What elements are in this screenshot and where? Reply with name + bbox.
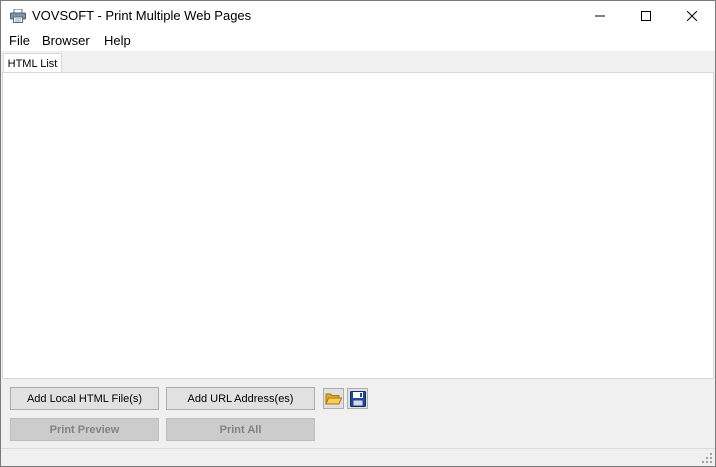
resize-grip-icon[interactable] — [701, 452, 713, 464]
menu-file[interactable]: File — [9, 33, 30, 48]
window-title: VOVSOFT - Print Multiple Web Pages — [32, 8, 252, 23]
title-bar[interactable]: VOVSOFT - Print Multiple Web Pages — [1, 1, 715, 31]
tab-html-list[interactable]: HTML List — [3, 53, 62, 73]
add-url-address-button[interactable]: Add URL Address(es) — [166, 387, 315, 410]
tab-strip: HTML List — [1, 51, 715, 73]
status-bar — [1, 448, 715, 466]
menu-browser[interactable]: Browser — [42, 33, 90, 48]
save-list-button[interactable] — [347, 388, 368, 409]
app-window: VOVSOFT - Print Multiple Web Pages File … — [0, 0, 716, 467]
close-button[interactable] — [669, 1, 715, 31]
html-list[interactable] — [2, 72, 714, 379]
floppy-disk-icon — [349, 390, 366, 407]
print-preview-button[interactable]: Print Preview — [10, 418, 159, 441]
add-local-html-button[interactable]: Add Local HTML File(s) — [10, 387, 159, 410]
maximize-icon — [641, 11, 651, 21]
printer-icon — [10, 8, 26, 23]
folder-open-icon — [325, 393, 342, 405]
minimize-button[interactable] — [577, 1, 623, 31]
menu-help[interactable]: Help — [104, 33, 131, 48]
close-icon — [687, 11, 697, 21]
menu-bar: File Browser Help — [1, 31, 715, 51]
button-panel: Add Local HTML File(s) Add URL Address(e… — [1, 380, 715, 448]
open-list-button[interactable] — [323, 388, 344, 409]
print-all-button[interactable]: Print All — [166, 418, 315, 441]
minimize-icon — [595, 15, 605, 17]
maximize-button[interactable] — [623, 1, 669, 31]
